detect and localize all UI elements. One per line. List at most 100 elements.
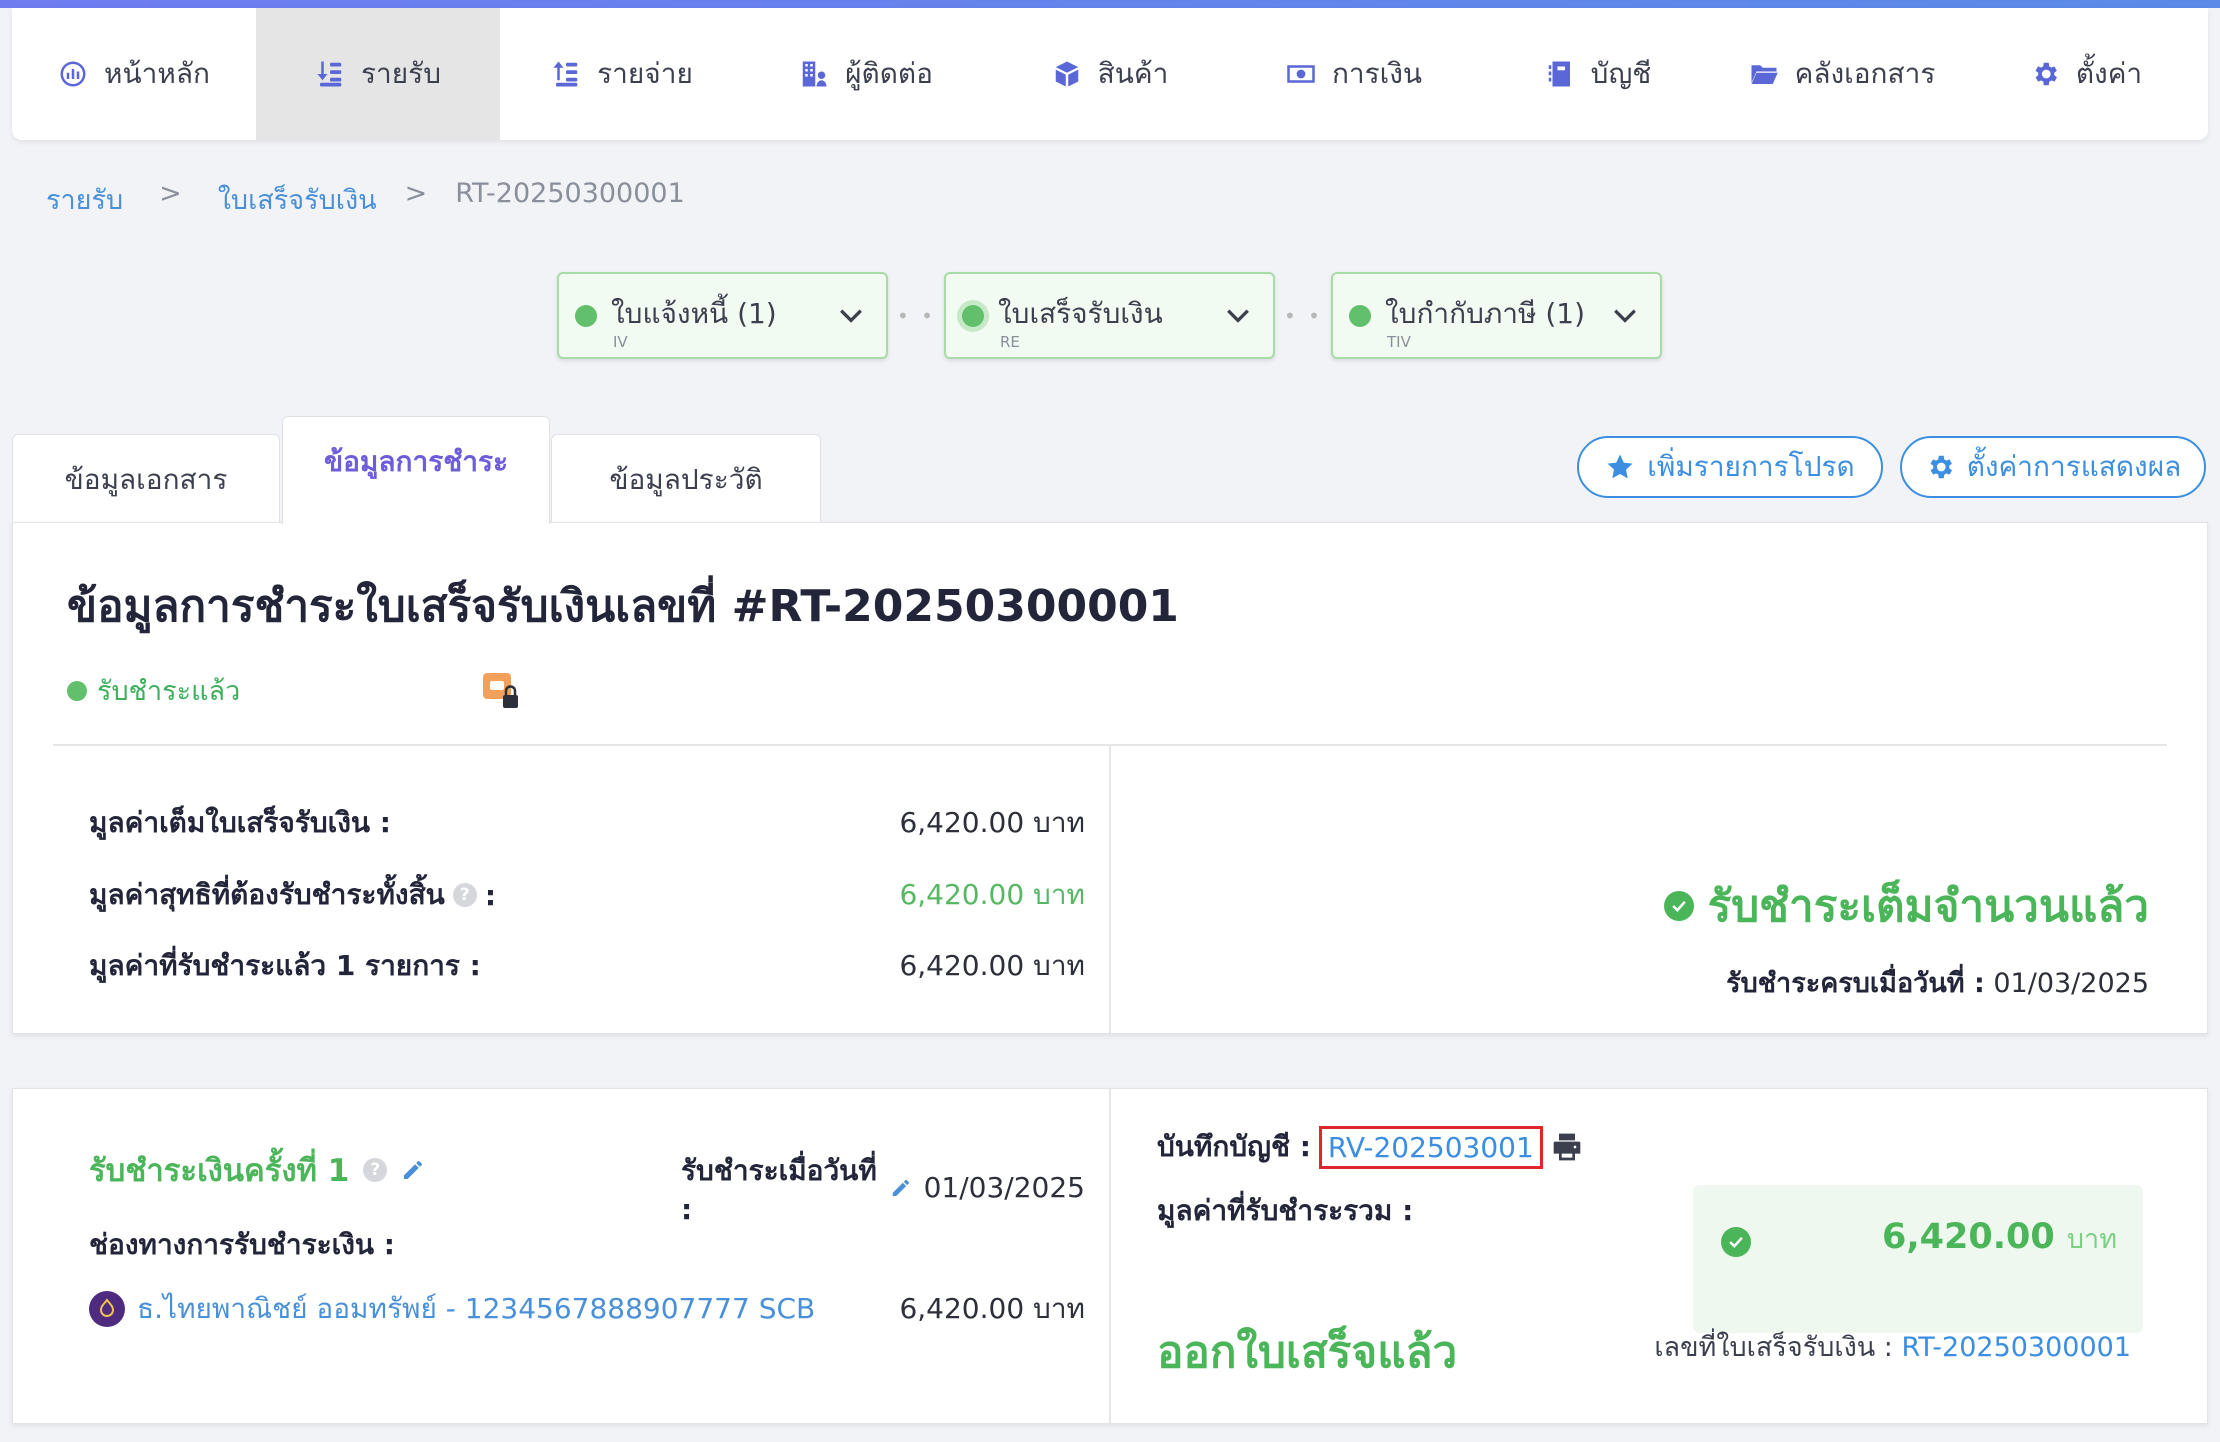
row-label: มูลค่าที่รับชำระแล้ว 1 รายการ : bbox=[89, 949, 481, 982]
tab-payment-info[interactable]: ข้อมูลการชำระ bbox=[282, 416, 550, 524]
nav-item-home[interactable]: หน้าหลัก bbox=[12, 8, 256, 140]
help-icon[interactable]: ? bbox=[363, 1158, 388, 1182]
nav-item-documents[interactable]: คลังเอกสาร bbox=[1720, 8, 1964, 140]
tab-document-info[interactable]: ข้อมูลเอกสาร bbox=[12, 434, 280, 524]
bank-amount: 6,420.00 บาท bbox=[899, 1292, 1085, 1325]
row-label: มูลค่าสุทธิที่ต้องรับชำระทั้งสิ้น bbox=[89, 878, 445, 911]
flow-step-label: ใบกำกับภาษี (1) bbox=[1385, 297, 1586, 330]
flow-step-code: RE bbox=[1000, 333, 1020, 351]
flow-step-invoice[interactable]: ใบแจ้งหนี้ (1) IV bbox=[557, 272, 888, 359]
nav-item-expense[interactable]: รายจ่าย bbox=[500, 8, 744, 140]
breadcrumb-separator: > bbox=[404, 178, 428, 209]
divider bbox=[1109, 1089, 1111, 1423]
printer-icon[interactable] bbox=[1551, 1131, 1583, 1163]
nav-item-label: ตั้งค่า bbox=[2075, 57, 2143, 90]
ledger-book-icon bbox=[1548, 61, 1570, 87]
chevron-down-icon bbox=[1614, 309, 1636, 323]
paid-on-label: รับชำระครบเมื่อวันที่ : bbox=[1726, 968, 1985, 999]
add-favorite-button[interactable]: เพิ่มรายการโปรด bbox=[1577, 436, 1883, 498]
total-amount-value: 6,420.00 bbox=[1881, 1217, 2055, 1257]
payment-date-value: 01/03/2025 bbox=[923, 1171, 1085, 1204]
breadcrumb-income[interactable]: รายรับ bbox=[46, 178, 123, 221]
total-received-label: มูลค่าที่รับชำระรวม : bbox=[1157, 1194, 1414, 1227]
nav-item-label: ผู้ติดต่อ bbox=[845, 57, 933, 90]
payment-date-label: รับชำระเมื่อวันที่ : bbox=[681, 1154, 877, 1226]
payment-detail-card: รับชำระเงินครั้งที่ 1 ? รับชำระเมื่อวันท… bbox=[12, 1088, 2208, 1424]
row-label: มูลค่าเต็มใบเสร็จรับเงิน : bbox=[89, 806, 391, 839]
ledger-label: บันทึกบัญชี : bbox=[1157, 1130, 1311, 1163]
row-value: 6,420.00 บาท bbox=[899, 806, 1085, 839]
paid-on-value: 01/03/2025 bbox=[1993, 968, 2149, 999]
payment-round-title: รับชำระเงินครั้งที่ 1 ? bbox=[89, 1145, 425, 1195]
check-circle-icon bbox=[1721, 1227, 1751, 1257]
nav-item-finance[interactable]: การเงิน bbox=[1232, 8, 1476, 140]
nav-item-label: การเงิน bbox=[1331, 57, 1423, 90]
bank-account-link[interactable]: ธ.ไทยพาณิชย์ ออมทรัพย์ - 123456788890777… bbox=[89, 1287, 815, 1331]
flow-step-label: ใบแจ้งหนี้ (1) bbox=[611, 297, 777, 330]
divider bbox=[1109, 746, 1111, 1033]
check-circle-icon bbox=[1663, 891, 1694, 921]
folder-icon bbox=[1751, 65, 1778, 84]
total-amount-unit: บาท bbox=[2066, 1224, 2117, 1255]
ledger-entry: บันทึกบัญชี : RV-202503001 bbox=[1157, 1125, 1583, 1169]
gear-icon bbox=[1930, 455, 1952, 479]
display-settings-button[interactable]: ตั้งค่าการแสดงผล bbox=[1900, 436, 2206, 498]
row-label-wrap: มูลค่าสุทธิที่ต้องรับชำระทั้งสิ้น ? : bbox=[89, 873, 496, 917]
income-icon bbox=[317, 61, 342, 87]
receipt-number: เลขที่ใบเสร็จรับเงิน : RT-20250300001 bbox=[1654, 1325, 2131, 1368]
breadcrumb-receipts[interactable]: ใบเสร็จรับเงิน bbox=[218, 178, 377, 221]
paid-on-date: รับชำระครบเมื่อวันที่ : 01/03/2025 bbox=[1726, 961, 2149, 1004]
tab-history-info[interactable]: ข้อมูลประวัติ bbox=[551, 434, 821, 524]
edit-pencil-icon[interactable] bbox=[401, 1158, 425, 1182]
receipt-issued-status: ออกใบเสร็จแล้ว bbox=[1157, 1327, 1458, 1378]
fully-paid-status: รับชำระเต็มจำนวนแล้ว bbox=[1663, 871, 2149, 941]
row-value: 6,420.00 บาท bbox=[899, 949, 1085, 982]
payment-round-label: รับชำระเงินครั้งที่ 1 bbox=[89, 1153, 350, 1189]
status-dot bbox=[962, 305, 984, 327]
breadcrumb-separator: > bbox=[159, 178, 182, 209]
receipt-number-link[interactable]: RT-20250300001 bbox=[1901, 1332, 2131, 1363]
expense-icon bbox=[553, 61, 578, 87]
breadcrumb-current: RT-20250300001 bbox=[455, 178, 685, 209]
status-badge: รับชำระแล้ว bbox=[67, 669, 240, 712]
nav-item-label: บัญชี bbox=[1590, 57, 1652, 90]
bank-account-label: ธ.ไทยพาณิชย์ ออมทรัพย์ - 123456788890777… bbox=[137, 1292, 816, 1325]
nav-item-contacts[interactable]: ผู้ติดต่อ bbox=[744, 8, 988, 140]
total-received-amount: 6,420.00 บาท bbox=[1882, 1217, 2117, 1260]
chevron-down-icon bbox=[840, 309, 862, 323]
nav-item-income[interactable]: รายรับ bbox=[256, 8, 500, 140]
nav-item-label: สินค้า bbox=[1097, 57, 1169, 90]
display-settings-label: ตั้งค่าการแสดงผล bbox=[1966, 450, 2182, 483]
chevron-down-icon bbox=[1227, 309, 1249, 323]
paid-amount-row: มูลค่าที่รับชำระแล้ว 1 รายการ : 6,420.00… bbox=[89, 944, 1085, 988]
dashboard-icon bbox=[60, 61, 86, 87]
add-favorite-label: เพิ่มรายการโปรด bbox=[1647, 450, 1855, 483]
nav-item-label: รายรับ bbox=[361, 57, 441, 90]
flow-step-tax-invoice[interactable]: ใบกำกับภาษี (1) TIV bbox=[1331, 272, 1662, 359]
net-due-row: มูลค่าสุทธิที่ต้องรับชำระทั้งสิ้น ? : 6,… bbox=[89, 873, 1085, 917]
payment-channel-label: ช่องทางการรับชำระเงิน : bbox=[89, 1228, 396, 1261]
nav-item-label: หน้าหลัก bbox=[104, 57, 210, 90]
nav-item-accounting[interactable]: บัญชี bbox=[1476, 8, 1720, 140]
locked-document-icon bbox=[483, 673, 518, 708]
row-value: 6,420.00 บาท bbox=[899, 878, 1085, 911]
top-accent-strip bbox=[0, 0, 2220, 8]
main-nav: หน้าหลัก รายรับ รายจ่าย ผู้ติดต่อ สินค้า… bbox=[12, 8, 2208, 140]
gear-icon bbox=[2035, 62, 2057, 86]
row-label-colon: : bbox=[484, 878, 497, 912]
nav-item-label: คลังเอกสาร bbox=[1794, 57, 1936, 90]
edit-pencil-icon[interactable] bbox=[890, 1176, 912, 1200]
nav-item-products[interactable]: สินค้า bbox=[988, 8, 1232, 140]
breadcrumb: รายรับ > ใบเสร็จรับเงิน > RT-20250300001 bbox=[46, 178, 685, 221]
ledger-number-link[interactable]: RV-202503001 bbox=[1318, 1125, 1543, 1169]
flow-step-label: ใบเสร็จรับเงิน bbox=[998, 297, 1163, 330]
status-dot bbox=[575, 305, 597, 327]
help-icon[interactable]: ? bbox=[452, 883, 477, 907]
fully-paid-label: รับชำระเต็มจำนวนแล้ว bbox=[1707, 881, 2149, 932]
nav-item-settings[interactable]: ตั้งค่า bbox=[1964, 8, 2208, 140]
flow-step-receipt[interactable]: ใบเสร็จรับเงิน RE bbox=[944, 272, 1275, 359]
full-receipt-value-row: มูลค่าเต็มใบเสร็จรับเงิน : 6,420.00 บาท bbox=[89, 801, 1085, 845]
status-label: รับชำระแล้ว bbox=[97, 676, 241, 707]
star-icon bbox=[1607, 454, 1633, 479]
scb-bank-logo-icon bbox=[89, 1291, 125, 1327]
